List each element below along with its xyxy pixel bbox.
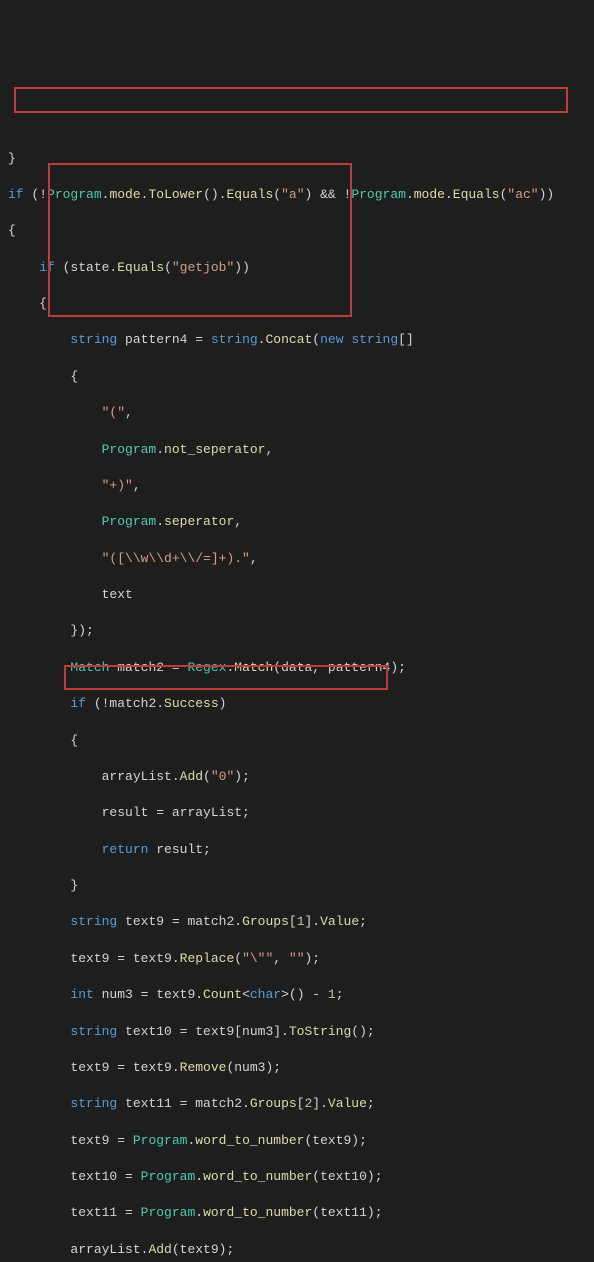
code-line: Program.seperator, <box>8 513 586 531</box>
code-line: text11 = Program.word_to_number(text11); <box>8 1204 586 1222</box>
code-line: arrayList.Add("0"); <box>8 768 586 786</box>
code-line: text9 = Program.word_to_number(text9); <box>8 1132 586 1150</box>
code-editor[interactable]: } if (!Program.mode.ToLower().Equals("a"… <box>0 73 594 1262</box>
code-line: return result; <box>8 841 586 859</box>
code-line: result = arrayList; <box>8 804 586 822</box>
code-line: { <box>8 222 586 240</box>
code-line: text9 = text9.Remove(num3); <box>8 1059 586 1077</box>
code-line: Program.not_seperator, <box>8 441 586 459</box>
code-line: }); <box>8 622 586 640</box>
code-line: { <box>8 732 586 750</box>
code-line: string text11 = match2.Groups[2].Value; <box>8 1095 586 1113</box>
code-line: string text9 = match2.Groups[1].Value; <box>8 913 586 931</box>
code-line: "([\\w\\d+\\/=]+).", <box>8 550 586 568</box>
code-line: text10 = Program.word_to_number(text10); <box>8 1168 586 1186</box>
code-line: Match match2 = Regex.Match(data, pattern… <box>8 659 586 677</box>
highlight-box-1 <box>14 87 568 113</box>
code-line: "(", <box>8 404 586 422</box>
code-line: string text10 = text9[num3].ToString(); <box>8 1023 586 1041</box>
code-line: text9 = text9.Replace("\"", ""); <box>8 950 586 968</box>
code-line: { <box>8 295 586 313</box>
code-line: } <box>8 877 586 895</box>
code-line: string pattern4 = string.Concat(new stri… <box>8 331 586 349</box>
code-line: int num3 = text9.Count<char>() - 1; <box>8 986 586 1004</box>
code-line: if (!match2.Success) <box>8 695 586 713</box>
code-line: text <box>8 586 586 604</box>
code-line: if (!Program.mode.ToLower().Equals("a") … <box>8 186 586 204</box>
code-line: "+)", <box>8 477 586 495</box>
code-line: } <box>8 150 586 168</box>
code-line: if (state.Equals("getjob")) <box>8 259 586 277</box>
code-line: arrayList.Add(text9); <box>8 1241 586 1259</box>
code-line: { <box>8 368 586 386</box>
